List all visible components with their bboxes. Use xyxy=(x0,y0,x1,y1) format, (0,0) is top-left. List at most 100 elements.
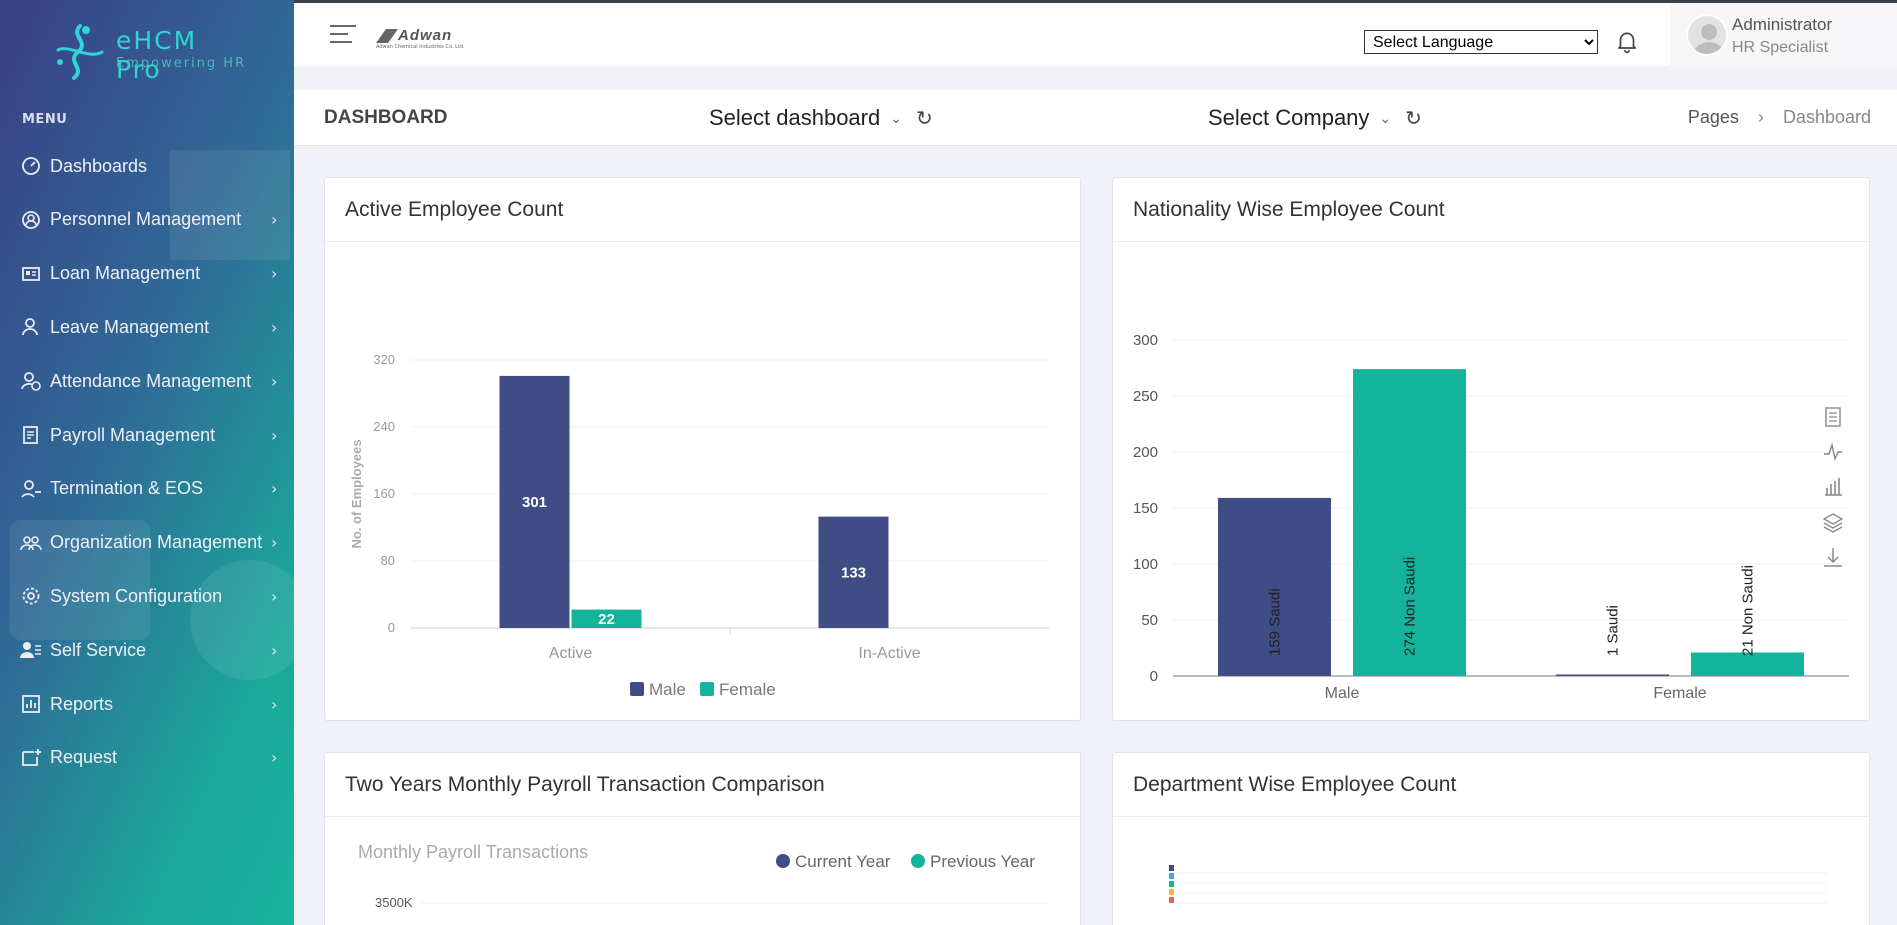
y-tick-label: 50 xyxy=(1141,612,1158,629)
dashboard-dropdown-label: Select dashboard xyxy=(709,105,881,130)
data-view-icon[interactable] xyxy=(1825,407,1841,427)
y-axis-label: No. of Employees xyxy=(349,439,364,548)
request-icon xyxy=(20,747,42,769)
y-tick-label: 160 xyxy=(373,486,395,501)
bar-female-series-0 xyxy=(1556,674,1669,676)
nationality-chart: 0 50 100 150 200 250 300 Male 159 Saudi 274 Non S… xyxy=(1133,332,1849,702)
company-dropdown[interactable]: Select Company ⌄ ↻ xyxy=(1208,105,1422,131)
x-tick-label: In-Active xyxy=(858,645,920,662)
sidebar-item-self-service[interactable]: Self Service › xyxy=(0,630,294,670)
sidebar-item-label: System Configuration xyxy=(50,585,223,606)
sidebar-item-label: Termination & EOS xyxy=(50,478,204,499)
user-role: HR Specialist xyxy=(1732,39,1829,56)
chevron-right-icon: › xyxy=(271,210,278,230)
bar-data-label: 159 Saudi xyxy=(1267,588,1284,656)
chevron-down-icon: ⌄ xyxy=(890,109,902,126)
report-icon xyxy=(20,693,42,715)
sidebar-item-attendance-management[interactable]: Attendance Management › xyxy=(0,361,294,401)
gear-icon xyxy=(20,585,42,607)
sidebar-item-loan-management[interactable]: Loan Management › xyxy=(0,254,294,294)
nationality-card: Nationality Wise Employee Count 0 50 100 15… xyxy=(1112,177,1870,721)
chevron-down-icon: ⌄ xyxy=(1379,109,1392,126)
sidebar-item-request[interactable]: Request › xyxy=(0,738,294,778)
bar-chart-icon[interactable] xyxy=(1825,478,1842,496)
brand-mark-icon xyxy=(376,29,398,43)
y-tick-label: 3500K xyxy=(375,895,413,910)
sidebar-item-personnel-management[interactable]: Personnel Management › xyxy=(0,200,294,240)
legend-swatch xyxy=(911,854,925,868)
refresh-company-icon[interactable]: ↻ xyxy=(1405,106,1422,131)
sidebar-item-label: Self Service xyxy=(50,639,147,660)
sidebar-item-system-configuration[interactable]: System Configuration › xyxy=(0,576,294,616)
sidebar-item-label: Payroll Management xyxy=(50,424,216,445)
avatar[interactable] xyxy=(1686,14,1728,56)
sidebar-item-dashboards[interactable]: Dashboards xyxy=(0,146,294,186)
card-title: Active Employee Count xyxy=(325,178,1080,242)
user-leave-icon xyxy=(20,316,42,338)
menu-toggle-icon[interactable] xyxy=(330,25,356,45)
y-tick-label: 250 xyxy=(1133,388,1158,405)
legend-label: Previous Year xyxy=(930,852,1035,871)
bar-data-label: 1 Saudi xyxy=(1605,605,1622,656)
legend-label: Female xyxy=(719,680,776,699)
legend-swatch xyxy=(630,682,644,696)
notification-bell-icon[interactable] xyxy=(1614,28,1640,54)
dashboard-dropdown[interactable]: Select dashboard ⌄ ↻ xyxy=(709,105,933,131)
company-brand-logo: Adwan Adwan Chemical Industries Co. Ltd. xyxy=(376,27,465,50)
breadcrumb-pages-link[interactable]: Pages xyxy=(1688,107,1739,127)
logo-subtitle: Empowering HR xyxy=(116,56,247,71)
download-icon[interactable] xyxy=(1824,548,1842,567)
page-title-bar: DASHBOARD Select dashboard ⌄ ↻ Select Co… xyxy=(294,90,1897,146)
card-title: Department Wise Employee Count xyxy=(1113,753,1869,817)
chevron-right-icon: › xyxy=(271,640,278,660)
y-tick-label: 80 xyxy=(381,553,395,568)
breadcrumb-current: Dashboard xyxy=(1782,107,1871,127)
y-tick-label: 200 xyxy=(1133,444,1158,461)
user-circle-icon xyxy=(20,209,42,231)
user-minus-icon xyxy=(20,478,42,500)
active-employee-chart: 0 80 160 240 320 No. of Employees Active 301 22 I… xyxy=(349,352,1049,699)
chevron-right-icon: › xyxy=(1757,107,1764,127)
active-employee-card: Active Employee Count 0 80 160 240 320 No. of… xyxy=(324,177,1081,721)
brand-name: Adwan xyxy=(398,27,453,44)
sidebar-item-label: Personnel Management xyxy=(50,209,242,230)
sidebar-item-leave-management[interactable]: Leave Management › xyxy=(0,307,294,347)
y-tick-label: 150 xyxy=(1133,500,1158,517)
sidebar-item-reports[interactable]: Reports › xyxy=(0,684,294,724)
refresh-dashboard-icon[interactable]: ↻ xyxy=(916,106,933,131)
logo-title: eHCM Pro xyxy=(116,26,198,84)
sidebar-item-label: Reports xyxy=(50,693,114,714)
language-select[interactable]: Select Language xyxy=(1364,30,1598,54)
sidebar-item-organization-management[interactable]: Organization Management › xyxy=(0,523,294,563)
legend-swatch xyxy=(1169,865,1174,871)
x-tick-label: Active xyxy=(549,645,593,662)
chevron-right-icon: › xyxy=(271,533,278,553)
chevron-right-icon: › xyxy=(271,694,278,714)
department-chart xyxy=(1169,865,1827,904)
logo-mark-icon xyxy=(56,24,104,80)
legend-swatch xyxy=(1169,873,1174,879)
sidebar-item-label: Organization Management xyxy=(50,532,263,553)
bar-data-label: 274 Non Saudi xyxy=(1402,557,1419,656)
sidebar-item-payroll-management[interactable]: Payroll Management › xyxy=(0,415,294,455)
sidebar-item-label: Leave Management xyxy=(50,316,210,337)
sidebar-item-termination-eos[interactable]: Termination & EOS › xyxy=(0,469,294,509)
sidebar-item-label: Attendance Management xyxy=(50,370,252,391)
sidebar-item-label: Request xyxy=(50,747,118,768)
legend-label: Current Year xyxy=(795,852,891,871)
document-icon xyxy=(20,424,42,446)
user-profile-menu[interactable]: Administrator HR Specialist xyxy=(1670,3,1897,69)
ehcm-logo[interactable]: eHCM Pro Empowering HR xyxy=(50,22,250,84)
payroll-comparison-card: Two Years Monthly Payroll Transaction Co… xyxy=(324,752,1081,925)
company-dropdown-label: Select Company xyxy=(1208,105,1370,130)
y-tick-label: 0 xyxy=(1150,668,1158,685)
chevron-right-icon: › xyxy=(271,371,278,391)
brand-subtitle: Adwan Chemical Industries Co. Ltd. xyxy=(376,44,465,50)
sidebar-background-pattern xyxy=(10,150,294,680)
legend-swatch xyxy=(1169,897,1174,903)
stack-icon[interactable] xyxy=(1822,513,1844,533)
legend-swatch xyxy=(776,854,790,868)
page-title: DASHBOARD xyxy=(324,107,448,128)
y-tick-label: 0 xyxy=(388,620,395,635)
chevron-right-icon: › xyxy=(271,317,278,337)
